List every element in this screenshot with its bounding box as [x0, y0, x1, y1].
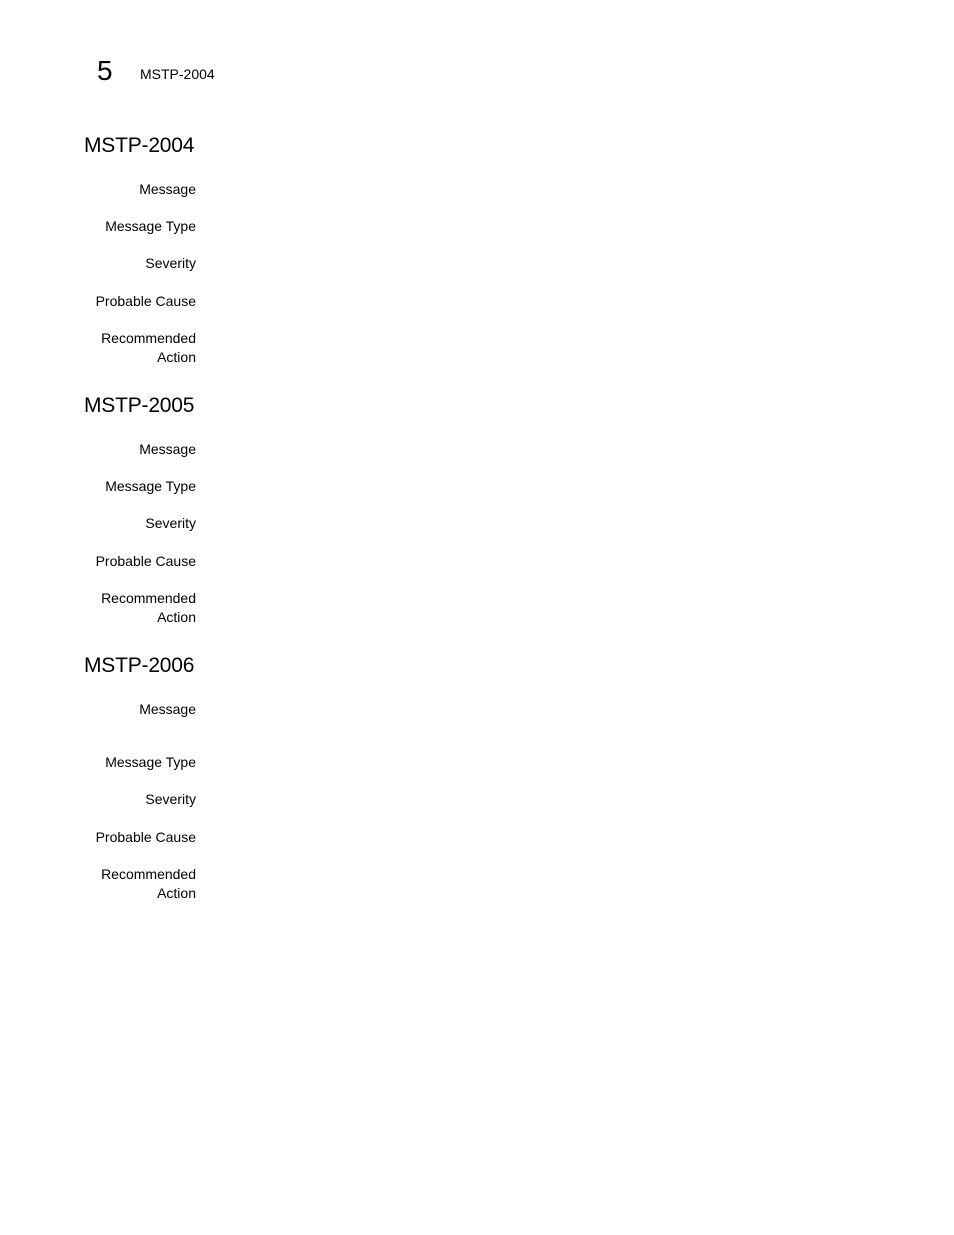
field-label-severity: Severity: [145, 255, 196, 271]
field-value-severity: [216, 514, 856, 533]
field-label-message-type: Message Type: [105, 754, 196, 770]
field-value-probable-cause: [216, 552, 856, 571]
section-title: MSTP-2004: [84, 134, 195, 157]
field-value-message: [216, 180, 856, 199]
field-label-recommended-action-line2: Action: [157, 885, 196, 901]
field-label-probable-cause: Probable Cause: [95, 829, 196, 845]
field-value-message-type: [216, 753, 856, 772]
field-label-severity: Severity: [145, 515, 196, 531]
field-label-message: Message: [139, 181, 196, 197]
field-label-recommended-action-line2: Action: [157, 349, 196, 365]
field-value-severity: [216, 790, 856, 809]
field-value-message-type: [216, 477, 856, 496]
field-label-recommended-action-line2: Action: [157, 609, 196, 625]
field-value-message: [216, 440, 856, 459]
running-title: MSTP-2004: [140, 66, 215, 82]
field-label-probable-cause: Probable Cause: [95, 553, 196, 569]
field-label-severity: Severity: [145, 791, 196, 807]
field-label-message: Message: [139, 701, 196, 717]
message-section: MSTP-2006 Message Message Type Severity …: [84, 653, 884, 913]
field-value-probable-cause: [216, 292, 856, 311]
field-label-probable-cause: Probable Cause: [95, 293, 196, 309]
field-label-recommended-action: Recommended: [101, 590, 196, 606]
field-label-message-type: Message Type: [105, 218, 196, 234]
field-label-recommended-action: Recommended: [101, 330, 196, 346]
message-section: MSTP-2005 Message Message Type Severity …: [84, 393, 884, 633]
field-label-recommended-action: Recommended: [101, 866, 196, 882]
section-title: MSTP-2006: [84, 654, 195, 677]
field-value-severity: [216, 254, 856, 273]
field-value-recommended-action: [216, 865, 856, 884]
chapter-number: 5: [97, 55, 113, 86]
field-value-message-type: [216, 217, 856, 236]
message-section: MSTP-2004 Message Message Type Severity …: [84, 133, 884, 373]
field-value-probable-cause: [216, 828, 856, 847]
field-label-message-type: Message Type: [105, 478, 196, 494]
field-value-recommended-action: [216, 329, 856, 348]
field-value-recommended-action: [216, 589, 856, 608]
field-value-message: [216, 700, 856, 719]
field-label-message: Message: [139, 441, 196, 457]
section-title: MSTP-2005: [84, 394, 195, 417]
